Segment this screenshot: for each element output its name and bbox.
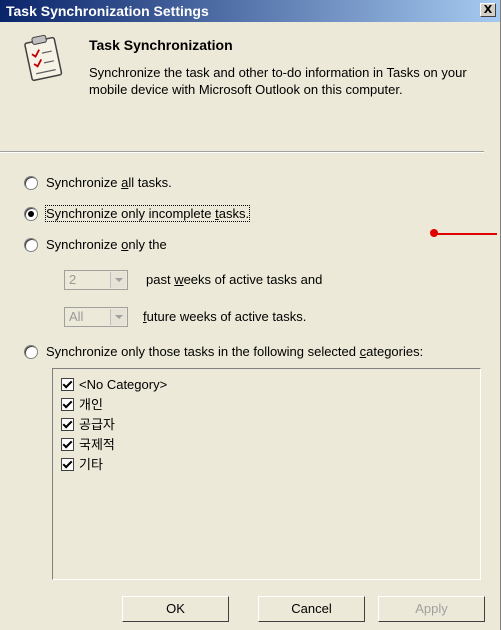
title-bar: Task Synchronization Settings X [0,0,500,22]
window-title: Task Synchronization Settings [6,3,209,19]
category-item[interactable]: 국제적 [61,436,115,454]
past-weeks-label-post: eeks of active tasks and [183,272,323,287]
past-weeks-value: 2 [69,272,77,287]
close-button[interactable]: X [480,3,496,17]
header-title: Task Synchronization [89,37,233,53]
past-weeks-select[interactable]: 2 [64,270,128,290]
category-label: 공급자 [79,417,115,432]
category-label: 기타 [79,457,103,472]
past-weeks-label: past weeks of active tasks and [146,271,322,289]
separator [0,151,484,153]
radio-sync-all-button[interactable] [24,175,38,190]
category-item[interactable]: 기타 [61,456,103,474]
category-label: 국제적 [79,437,115,452]
apply-button[interactable]: Apply [378,596,485,622]
radio-sync-all-label-pre: Synchronize [46,175,122,190]
past-weeks-accel: w [174,272,184,287]
checkbox[interactable] [61,418,74,432]
radio-sync-incomplete[interactable]: Synchronize only incomplete tasks. [24,205,251,223]
radio-sync-categories-button[interactable] [24,344,38,359]
annotation-line [437,233,497,235]
radio-sync-only-the-button[interactable] [24,237,38,252]
future-weeks-value: All [69,309,84,324]
future-weeks-label: future weeks of active tasks. [143,308,306,326]
future-weeks-select[interactable]: All [64,307,128,327]
checkbox[interactable] [61,438,74,452]
checkbox[interactable] [61,398,74,412]
category-item[interactable]: 공급자 [61,416,115,434]
header-description: Synchronize the task and other to-do inf… [89,65,467,97]
radio-sync-only-the-label-post: nly the [128,237,167,252]
radio-sync-only-the-label-pre: Synchronize [46,237,122,252]
chevron-down-icon[interactable] [110,272,126,288]
radio-sync-incomplete-button[interactable] [24,206,38,221]
category-label: 개인 [79,397,103,412]
annotation-dot [430,229,438,237]
radio-sync-only-the[interactable]: Synchronize only the [24,236,167,254]
ok-button[interactable]: OK [122,596,229,622]
checkbox[interactable] [61,458,74,472]
future-weeks-label-post: uture weeks of active tasks. [146,309,307,324]
radio-sync-all[interactable]: Synchronize all tasks. [24,174,172,192]
radio-sync-categories-label-post: ategories: [366,344,424,359]
radio-sync-incomplete-label: Synchronize only incomplete tasks. [44,205,251,222]
radio-sync-categories-label-pre: Synchronize only those tasks in the foll… [46,344,360,359]
category-label: <No Category> [79,377,168,392]
category-list[interactable]: <No Category> 개인 공급자 국제적 기타 [52,368,481,580]
checkbox[interactable] [61,378,74,392]
chevron-down-icon[interactable] [110,309,126,325]
radio-sync-all-label-post: ll tasks. [128,175,172,190]
past-weeks-label-pre: past [146,272,175,287]
category-item[interactable]: <No Category> [61,376,167,394]
radio-sync-incomplete-label-post: asks. [218,206,250,221]
task-clipboard-icon [20,32,66,84]
cancel-button[interactable]: Cancel [258,596,365,622]
task-sync-dialog: Task Synchronization Settings X Task Syn… [0,0,501,630]
radio-sync-categories[interactable]: Synchronize only those tasks in the foll… [24,343,423,361]
category-item[interactable]: 개인 [61,396,103,414]
radio-sync-incomplete-label-pre: Synchronize only incomplete [46,206,216,221]
